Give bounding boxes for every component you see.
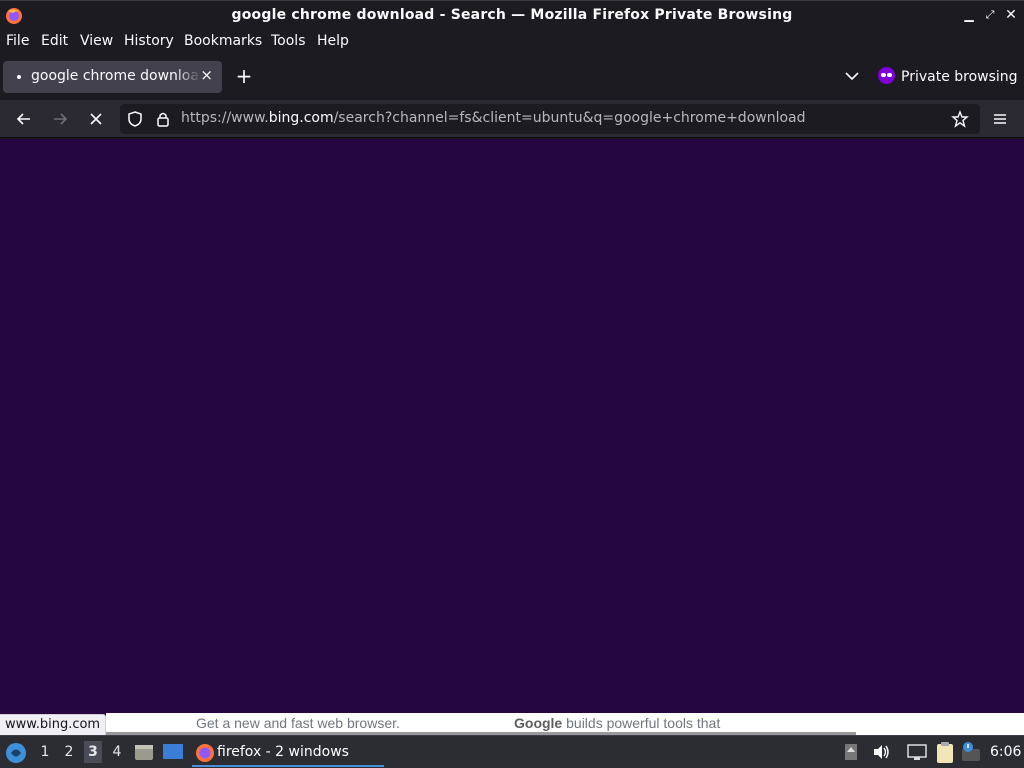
private-mask-icon [878,67,895,84]
url-host: bing.com [268,110,334,126]
private-browsing-indicator: Private browsing [878,67,1018,85]
back-arrow-icon[interactable] [14,109,34,129]
tab-loading-icon [17,75,21,79]
search-result-strip: Get a new and fast web browser. Google b… [106,713,1024,735]
page-content[interactable]: Get a new and fast web browser. Google b… [0,139,1024,736]
menu-view[interactable]: View [80,33,113,49]
window-title: google chrome download - Search — Mozill… [231,7,793,23]
taskbar-firefox-button[interactable]: firefox - 2 windows [192,739,384,767]
url-path: /search?channel=fs&client=ubuntu&q=googl… [333,110,806,126]
tray-updates-icon[interactable] [843,742,859,762]
status-url-tooltip: www.bing.com [0,714,107,736]
workspace-2[interactable]: 2 [60,744,78,760]
menu-edit[interactable]: Edit [41,33,68,49]
lock-icon[interactable] [154,110,172,128]
forward-arrow-icon[interactable] [50,109,70,129]
notification-icon[interactable] [960,741,982,763]
menu-tools[interactable]: Tools [271,33,306,49]
menu-help[interactable]: Help [317,33,349,49]
workspace-1[interactable]: 1 [36,744,54,760]
network-icon[interactable] [906,742,928,762]
clipboard-icon[interactable] [934,740,956,764]
start-menu-icon[interactable] [5,742,27,764]
menu-file[interactable]: File [6,33,29,49]
result-snippet-2: Google builds powerful tools that [514,715,720,731]
taskbar: 1 2 3 4 firefox - 2 windows 6:06 [0,735,1024,768]
menu-bookmarks[interactable]: Bookmarks [184,33,262,49]
stop-loading-icon[interactable] [86,109,106,129]
volume-icon[interactable] [871,742,891,762]
workspace-4[interactable]: 4 [108,744,126,760]
file-manager-icon[interactable] [134,742,154,762]
show-desktop-icon[interactable] [162,742,184,762]
minimize-button[interactable]: ▁ [962,8,976,22]
workspace-3[interactable]: 3 [84,741,102,763]
firefox-task-label: firefox - 2 windows [217,744,349,760]
result-snippet-2-bold: Google [514,715,563,731]
window-titlebar: google chrome download - Search — Mozill… [0,0,1024,30]
url-bar[interactable]: https://www.bing.com/search?channel=fs&c… [120,104,980,134]
maximize-button[interactable]: ⤢ [983,8,997,22]
bookmark-star-icon[interactable] [951,110,969,128]
menu-history[interactable]: History [124,33,174,49]
tab-bing-search[interactable]: google chrome download - Search × [3,61,222,93]
close-window-button[interactable]: ✕ [1004,8,1018,22]
result-snippet-1: Get a new and fast web browser. [196,715,400,731]
navigation-toolbar: https://www.bing.com/search?channel=fs&c… [0,100,1024,138]
url-prefix: https://www. [181,110,269,126]
menu-bar: File Edit View History Bookmarks Tools H… [0,30,1024,54]
clock[interactable]: 6:06 [990,744,1021,760]
tracking-protection-shield-icon[interactable] [126,110,144,128]
tab-strip: google chrome download - Search × + Priv… [0,54,1024,100]
url-text[interactable]: https://www.bing.com/search?channel=fs&c… [181,110,806,126]
new-tab-button[interactable]: + [234,64,254,88]
tab-label: google chrome download - Search [31,68,201,84]
list-all-tabs-chevron-down-icon[interactable] [842,66,862,86]
result-snippet-2-rest: builds powerful tools that [562,715,721,731]
private-browsing-label: Private browsing [901,69,1018,85]
tab-close-icon[interactable]: × [200,66,213,84]
firefox-task-icon [196,744,214,762]
hamburger-menu-icon[interactable] [990,109,1010,129]
